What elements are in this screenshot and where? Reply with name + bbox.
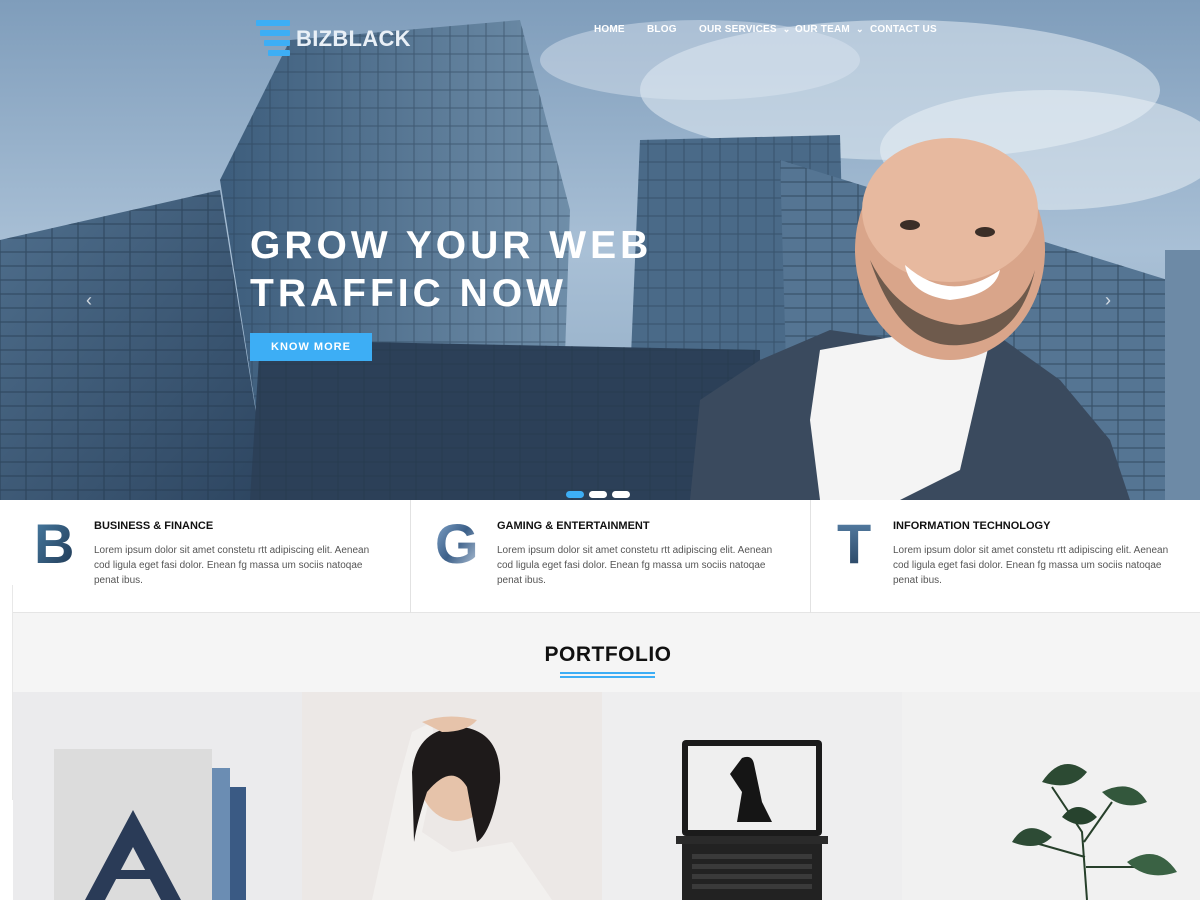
feature-title: BUSINESS & FINANCE <box>94 520 214 532</box>
nav-label: OUR SERVICES <box>699 24 777 35</box>
nav-label: HOME <box>594 24 625 35</box>
main-nav: HOME BLOG OUR SERVICES ⌄ OUR TEAM ⌄ CONT… <box>594 24 937 35</box>
feature-information-technology: T INFORMATION TECHNOLOGY Lorem ipsum dol… <box>810 500 1200 613</box>
nav-label: OUR TEAM <box>795 24 850 35</box>
hero-slider: BIZBLACK HOME BLOG OUR SERVICES ⌄ OUR TE… <box>0 0 1200 500</box>
portfolio-item-woman-portrait[interactable] <box>302 692 602 900</box>
svg-text:G: G <box>435 518 479 568</box>
slider-dots <box>566 491 630 498</box>
portfolio-title: PORTFOLIO <box>544 643 672 666</box>
chevron-right-icon[interactable]: › <box>1105 290 1111 311</box>
feature-gaming-entertainment: G GAMING & ENTERTAINMENT Lorem ipsum dol… <box>410 500 810 613</box>
nav-item-our-services[interactable]: OUR SERVICES ⌄ <box>699 24 795 35</box>
features-section: B BUSINESS & FINANCE Lorem ipsum dolor s… <box>0 500 1200 613</box>
logo-text: BIZBLACK <box>296 26 411 51</box>
nav-label: CONTACT US <box>870 24 937 35</box>
nav-item-contact-us[interactable]: CONTACT US <box>870 24 937 35</box>
svg-text:B: B <box>34 518 74 568</box>
hero-title-line1: GROW YOUR WEB <box>250 224 653 267</box>
portfolio-item-plant[interactable] <box>902 692 1200 900</box>
nav-item-our-team[interactable]: OUR TEAM ⌄ <box>795 24 870 35</box>
feature-title: GAMING & ENTERTAINMENT <box>497 520 650 532</box>
title-underline <box>560 672 655 678</box>
know-more-button[interactable]: KNOW MORE <box>250 333 372 361</box>
hero-title-line2: TRAFFIC NOW <box>250 272 567 315</box>
slider-dot-3[interactable] <box>612 491 630 498</box>
laptop-dancer-image <box>676 740 828 900</box>
logo-mark-icon <box>256 20 290 58</box>
nav-item-home[interactable]: HOME <box>594 24 647 35</box>
portfolio-item-laptop[interactable] <box>602 692 902 900</box>
nav-item-blog[interactable]: BLOG <box>647 24 699 35</box>
slider-dot-2[interactable] <box>589 491 607 498</box>
slider-dot-1[interactable] <box>566 491 584 498</box>
feature-text: Lorem ipsum dolor sit amet constetu rtt … <box>497 545 773 586</box>
chevron-down-icon: ⌄ <box>855 24 864 34</box>
woman-portrait-image <box>372 716 552 900</box>
svg-text:T: T <box>837 518 871 568</box>
chevron-down-icon: ⌄ <box>782 24 791 34</box>
letter-t-icon: T <box>837 518 871 568</box>
feature-text: Lorem ipsum dolor sit amet constetu rtt … <box>893 545 1169 586</box>
portfolio-item-letter-a[interactable] <box>13 692 302 900</box>
letter-b-icon: B <box>34 518 74 568</box>
feature-text: Lorem ipsum dolor sit amet constetu rtt … <box>94 545 370 586</box>
hero-title: GROW YOUR WEB TRAFFIC NOW <box>250 222 690 318</box>
chevron-left-icon[interactable]: ‹ <box>86 290 92 311</box>
potted-plant-image <box>1012 764 1177 900</box>
nav-label: BLOG <box>647 24 677 35</box>
letter-g-icon: G <box>435 518 479 568</box>
letter-a-artwork-image <box>54 749 246 900</box>
site-logo[interactable]: BIZBLACK <box>256 20 411 58</box>
portfolio-section: PORTFOLIO <box>13 613 1200 900</box>
feature-business-finance: B BUSINESS & FINANCE Lorem ipsum dolor s… <box>0 500 410 613</box>
left-edge-strip <box>0 585 13 800</box>
feature-title: INFORMATION TECHNOLOGY <box>893 520 1051 532</box>
